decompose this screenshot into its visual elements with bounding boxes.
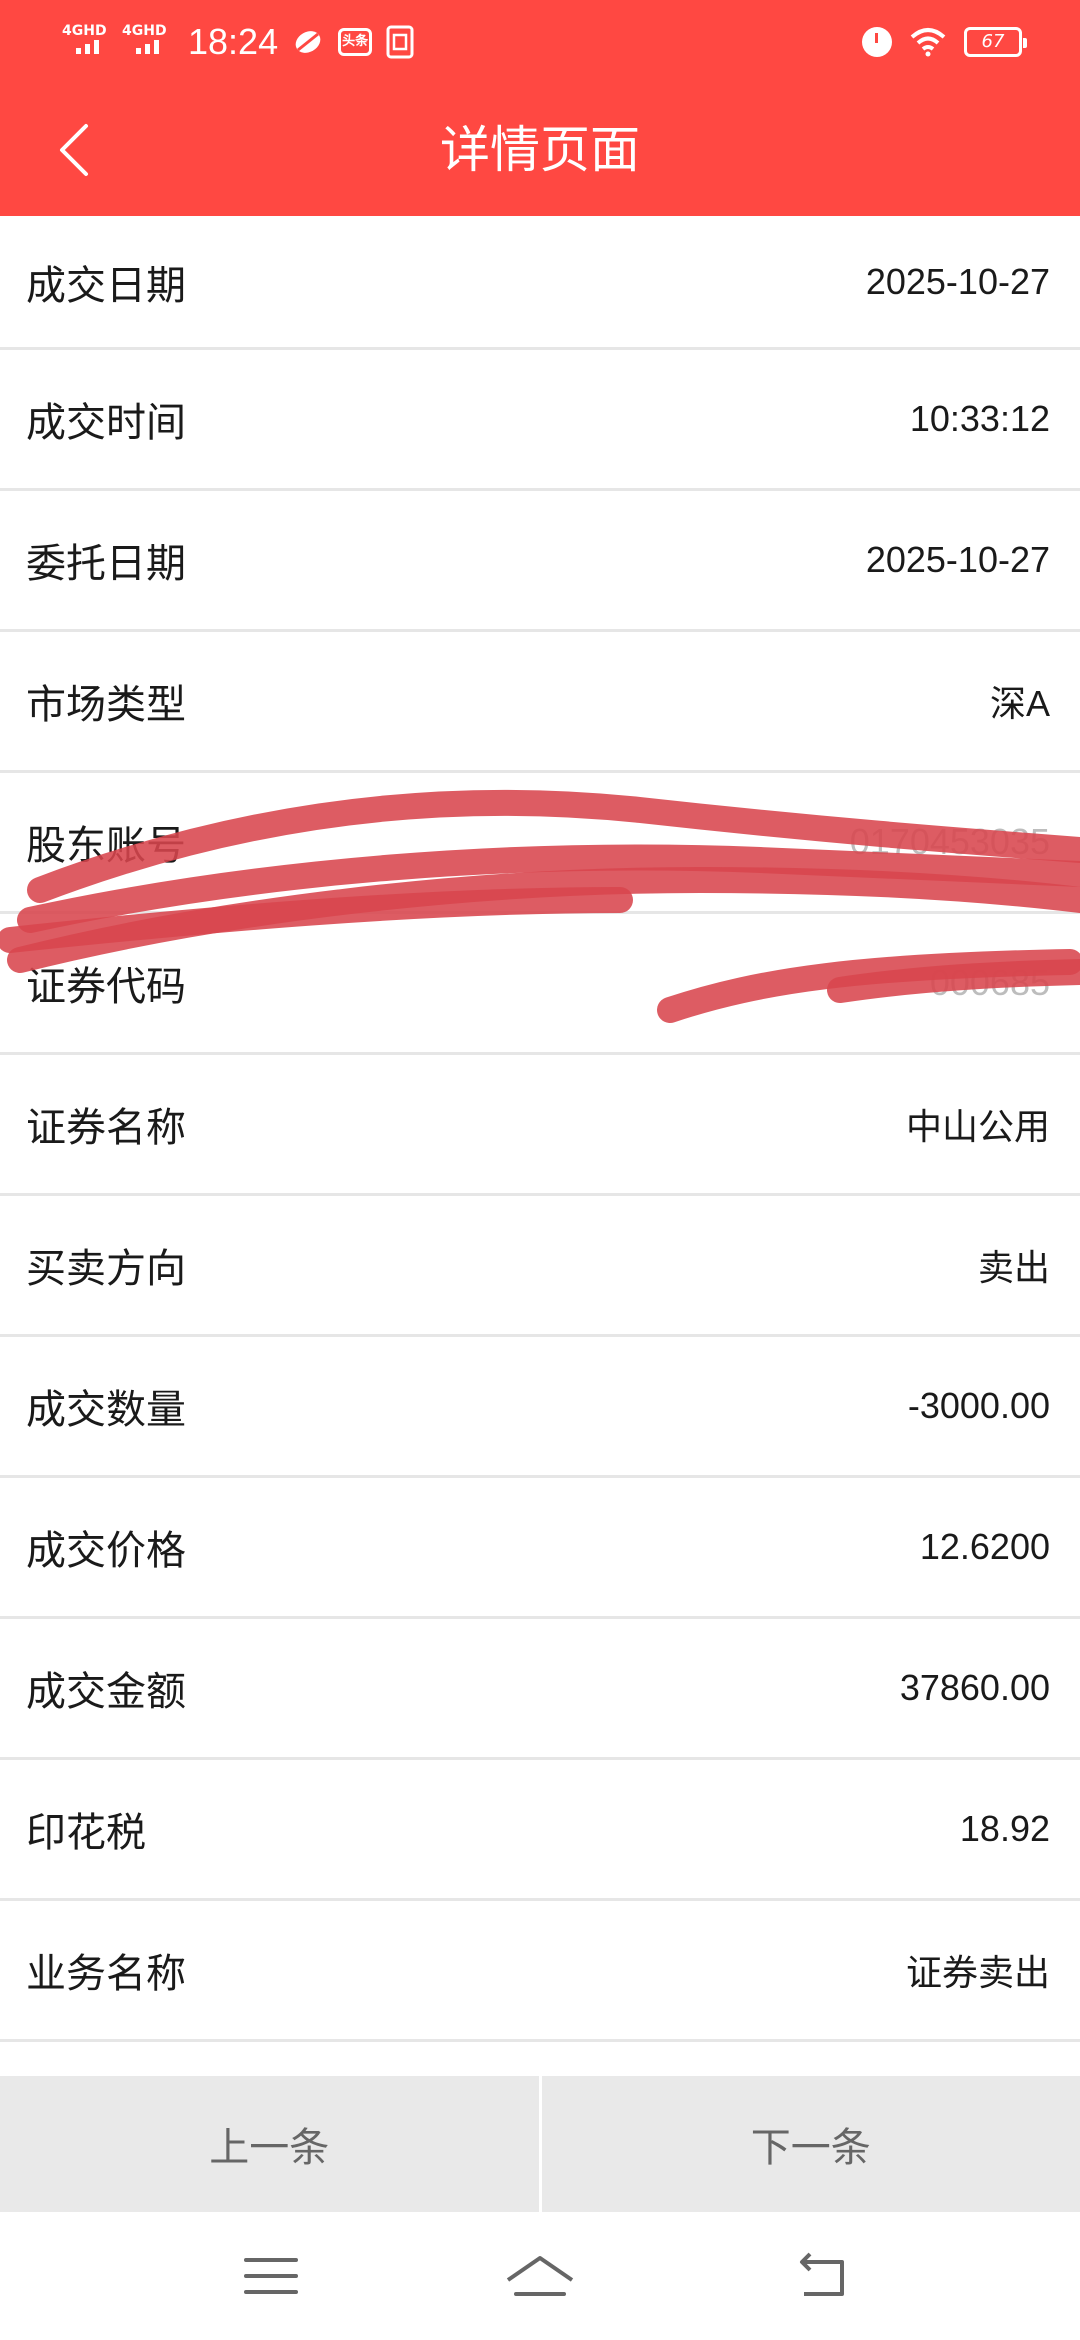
status-bar: 4GHD 4GHD 18:24 头条 67 [0,0,1080,84]
detail-value: 深A [989,683,1050,724]
battery-icon: 67 [964,27,1027,57]
next-record-button[interactable]: 下一条 [542,2076,1080,2212]
signal-icon: 4GHD [122,18,168,66]
detail-label: 股东账号 [26,823,186,869]
detail-row-quantity: 成交数量 -3000.00 [0,1337,1080,1478]
status-time: 18:24 [188,21,279,62]
detail-row-trade-time: 成交时间 10:33:12 [0,350,1080,491]
detail-row-amount: 成交金额 37860.00 [0,1619,1080,1760]
detail-label: 成交价格 [26,1528,186,1574]
detail-list: 成交日期 2025-10-27 成交时间 10:33:12 委托日期 2025-… [0,216,1080,2042]
toutiao-icon: 头条 [338,28,373,56]
detail-value: 证券卖出 [905,1952,1050,1993]
detail-label: 业务名称 [26,1951,186,1997]
previous-record-button[interactable]: 上一条 [0,2076,539,2212]
detail-value: 卖出 [977,1247,1050,1288]
detail-row-shareholder-account: 股东账号 0170453035 [0,773,1080,914]
home-icon[interactable] [500,2246,580,2306]
detail-value: 12.6200 [919,1526,1050,1567]
app-header: 4GHD 4GHD 18:24 头条 67 详情页面 [0,0,1080,216]
menu-icon[interactable] [232,2246,312,2306]
detail-row-security-code: 证券代码 000685 [0,914,1080,1055]
detail-label: 市场类型 [26,682,186,728]
detail-row-price: 成交价格 12.6200 [0,1478,1080,1619]
detail-row-stamp-tax: 印花税 18.92 [0,1760,1080,1901]
detail-value: 中山公用 [905,1106,1050,1147]
detail-label: 成交日期 [26,262,186,309]
footer-navigation: 上一条 下一条 [0,2076,1080,2212]
detail-value: 2025-10-27 [865,539,1050,580]
detail-label: 成交时间 [26,400,186,446]
detail-value: 10:33:12 [909,398,1050,439]
system-navigation-bar [0,2212,1080,2340]
detail-label: 成交金额 [26,1669,186,1715]
detail-label: 证券代码 [26,964,186,1010]
network-label: 4GHD [122,23,167,39]
network-label: 4GHD [62,23,107,39]
detail-label: 委托日期 [26,541,186,587]
detail-label: 印花税 [26,1810,146,1856]
detail-value: -3000.00 [907,1385,1050,1426]
detail-label: 成交数量 [26,1387,186,1433]
detail-row-order-date: 委托日期 2025-10-27 [0,491,1080,632]
back-icon[interactable] [782,2246,862,2306]
detail-value: 2025-10-27 [865,260,1050,302]
wifi-icon [910,28,946,57]
app-notification-icon [295,31,321,53]
status-bar-right: 67 [862,18,1027,66]
page-title: 详情页面 [440,121,640,179]
signal-icon: 4GHD [62,18,108,66]
detail-value: 18.92 [959,1808,1050,1849]
detail-value: 000685 [929,962,1050,1003]
nav-bar: 详情页面 [0,84,1080,216]
detail-row-trade-date: 成交日期 2025-10-27 [0,216,1080,350]
detail-row-market-type: 市场类型 深A [0,632,1080,773]
detail-value: 0170453035 [849,821,1050,862]
alarm-icon [862,27,892,57]
detail-value: 37860.00 [899,1667,1050,1708]
detail-row-security-name: 证券名称 中山公用 [0,1055,1080,1196]
detail-row-business-name: 业务名称 证券卖出 [0,1901,1080,2042]
status-bar-left: 4GHD 4GHD 18:24 头条 [62,12,414,72]
sim-card-icon [386,25,414,59]
detail-label: 买卖方向 [26,1246,186,1292]
detail-label: 证券名称 [26,1105,186,1151]
detail-row-direction: 买卖方向 卖出 [0,1196,1080,1337]
